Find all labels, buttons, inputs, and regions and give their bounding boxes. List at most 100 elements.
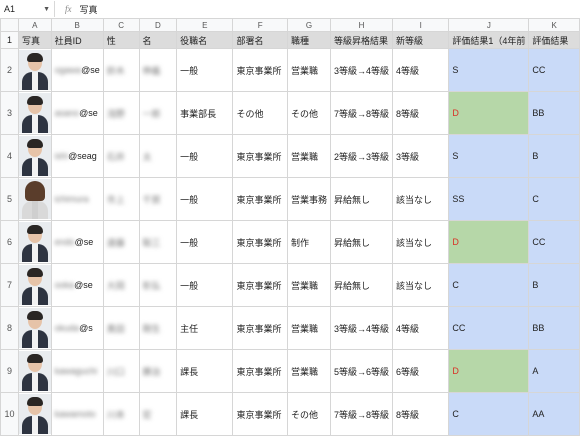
photo-cell[interactable] (17, 220, 52, 264)
photo-cell[interactable] (17, 48, 52, 92)
evaluation-cell[interactable]: C (448, 263, 530, 307)
header-cell[interactable]: 新等級 (392, 31, 450, 49)
job-type-cell[interactable]: 制作 (286, 220, 332, 264)
header-cell[interactable]: 評価結果1（4年前 (448, 31, 530, 49)
evaluation-cell[interactable]: A (528, 349, 580, 393)
given-name-cell[interactable]: 一郎 (138, 91, 178, 135)
new-grade-cell[interactable]: 4等級 (392, 306, 450, 350)
photo-cell[interactable] (17, 91, 52, 135)
surname-cell[interactable]: 遠藤 (102, 220, 140, 264)
new-grade-cell[interactable]: 8等級 (392, 91, 450, 135)
header-cell[interactable]: 評価結果 (528, 31, 580, 49)
grade-result-cell[interactable]: 昇給無し (330, 220, 394, 264)
given-name-cell[interactable]: 聡三 (138, 220, 178, 264)
evaluation-cell[interactable]: BB (528, 91, 580, 135)
evaluation-cell[interactable]: B (528, 134, 580, 178)
row-header[interactable]: 3 (0, 91, 19, 135)
given-name-cell[interactable]: 伸義 (138, 48, 178, 92)
header-cell[interactable]: 名 (138, 31, 178, 49)
photo-cell[interactable] (17, 177, 52, 221)
given-name-cell[interactable]: 千賀 (138, 177, 178, 221)
job-type-cell[interactable]: 営業職 (286, 134, 332, 178)
column-header[interactable]: E (176, 18, 234, 32)
employee-id-cell[interactable]: ogawa@se (50, 48, 104, 92)
header-cell[interactable]: 部署名 (232, 31, 288, 49)
department-cell[interactable]: 東京事業所 (232, 349, 288, 393)
department-cell[interactable]: 東京事業所 (232, 48, 288, 92)
department-cell[interactable]: 東京事業所 (232, 263, 288, 307)
grade-result-cell[interactable]: 3等級→4等級 (330, 48, 394, 92)
column-header[interactable]: H (330, 18, 394, 32)
department-cell[interactable]: 東京事業所 (232, 134, 288, 178)
department-cell[interactable]: 東京事業所 (232, 392, 288, 436)
evaluation-cell[interactable]: C (528, 177, 580, 221)
column-header[interactable]: F (232, 18, 288, 32)
row-header[interactable]: 1 (0, 31, 19, 49)
column-header[interactable]: C (102, 18, 140, 32)
given-name-cell[interactable]: 彰弘 (138, 263, 178, 307)
photo-cell[interactable] (17, 349, 52, 393)
job-type-cell[interactable]: その他 (286, 91, 332, 135)
grade-result-cell[interactable]: 7等級→8等級 (330, 392, 394, 436)
grade-result-cell[interactable]: 昇給無し (330, 177, 394, 221)
surname-cell[interactable]: 浅野 (102, 91, 140, 135)
title-cell[interactable]: 一般 (176, 177, 234, 221)
photo-cell[interactable] (17, 392, 52, 436)
given-name-cell[interactable]: 太 (138, 134, 178, 178)
header-cell[interactable]: 社員ID (50, 31, 104, 49)
row-header[interactable]: 8 (0, 306, 19, 350)
grade-result-cell[interactable]: 7等級→8等級 (330, 91, 394, 135)
employee-id-cell[interactable]: endo@se (50, 220, 104, 264)
surname-cell[interactable]: 奥田 (102, 306, 140, 350)
row-header[interactable]: 7 (0, 263, 19, 307)
title-cell[interactable]: 一般 (176, 134, 234, 178)
photo-cell[interactable] (17, 134, 52, 178)
row-header[interactable]: 4 (0, 134, 19, 178)
row-header[interactable]: 6 (0, 220, 19, 264)
title-cell[interactable]: 課長 (176, 349, 234, 393)
job-type-cell[interactable]: 営業職 (286, 263, 332, 307)
title-cell[interactable]: 一般 (176, 263, 234, 307)
column-header[interactable]: G (286, 18, 332, 32)
employee-id-cell[interactable]: asano@se (50, 91, 104, 135)
new-grade-cell[interactable]: 8等級 (392, 392, 450, 436)
evaluation-cell[interactable]: BB (528, 306, 580, 350)
surname-cell[interactable]: 鈴木 (102, 48, 140, 92)
surname-cell[interactable]: 川本 (102, 392, 140, 436)
chevron-down-icon[interactable]: ▼ (43, 6, 50, 13)
grade-result-cell[interactable]: 5等級→6等級 (330, 349, 394, 393)
grade-result-cell[interactable]: 3等級→4等級 (330, 306, 394, 350)
evaluation-cell[interactable]: CC (448, 306, 530, 350)
header-cell[interactable]: 職種 (286, 31, 332, 49)
evaluation-cell[interactable]: S (448, 48, 530, 92)
row-header[interactable]: 10 (0, 392, 19, 436)
photo-cell[interactable] (17, 306, 52, 350)
department-cell[interactable]: その他 (232, 91, 288, 135)
column-header[interactable]: D (138, 18, 178, 32)
select-all-corner[interactable] (0, 18, 19, 32)
column-header[interactable]: B (50, 18, 104, 32)
department-cell[interactable]: 東京事業所 (232, 306, 288, 350)
given-name-cell[interactable]: 剛生 (138, 306, 178, 350)
header-cell[interactable]: 等級昇格結果 (330, 31, 394, 49)
surname-cell[interactable]: 大岡 (102, 263, 140, 307)
photo-cell[interactable] (17, 263, 52, 307)
job-type-cell[interactable]: 営業職 (286, 306, 332, 350)
title-cell[interactable]: 一般 (176, 48, 234, 92)
job-type-cell[interactable]: 営業事務 (286, 177, 332, 221)
name-box[interactable]: A1 ▼ (0, 1, 55, 17)
evaluation-cell[interactable]: C (448, 392, 530, 436)
formula-input[interactable]: 写真 (80, 3, 98, 16)
department-cell[interactable]: 東京事業所 (232, 220, 288, 264)
given-name-cell[interactable]: 勝治 (138, 349, 178, 393)
title-cell[interactable]: 事業部長 (176, 91, 234, 135)
employee-id-cell[interactable]: okuda@s (50, 306, 104, 350)
employee-id-cell[interactable]: ichimura (50, 177, 104, 221)
given-name-cell[interactable]: 宏 (138, 392, 178, 436)
grade-result-cell[interactable]: 2等級→3等級 (330, 134, 394, 178)
evaluation-cell[interactable]: SS (448, 177, 530, 221)
title-cell[interactable]: 主任 (176, 306, 234, 350)
evaluation-cell[interactable]: D (448, 349, 530, 393)
new-grade-cell[interactable]: 4等級 (392, 48, 450, 92)
employee-id-cell[interactable]: kawamoto (50, 392, 104, 436)
